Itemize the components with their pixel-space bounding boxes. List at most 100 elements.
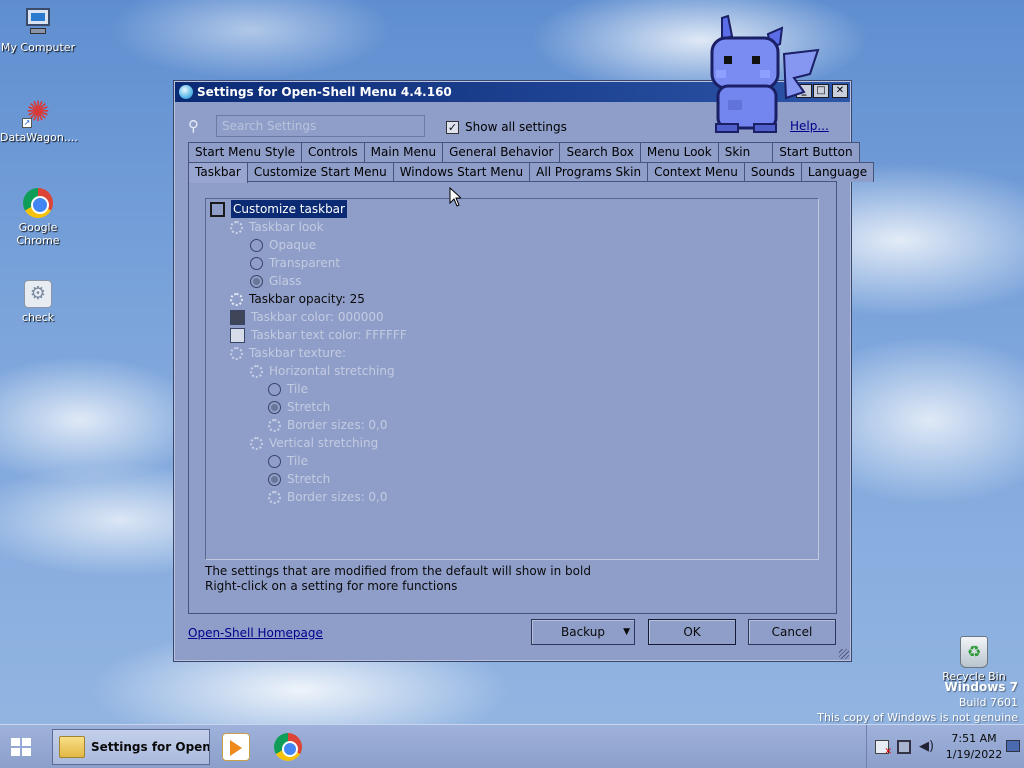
tree-item-opaque[interactable]: Opaque bbox=[250, 236, 316, 254]
desktop-icon-label: DataWagon.... bbox=[0, 131, 78, 144]
tab-start-menu-style[interactable]: Start Menu Style bbox=[188, 142, 303, 162]
desktop-icon-my-computer[interactable]: My Computer bbox=[0, 6, 76, 54]
tree-item-label: Tile bbox=[287, 382, 309, 396]
tree-item-taskbar-texture[interactable]: Taskbar texture: bbox=[230, 344, 346, 362]
pikachu-sprite-icon bbox=[710, 14, 820, 133]
tree-item-label: Taskbar color: 000000 bbox=[251, 310, 384, 324]
v-stretch-radio[interactable] bbox=[268, 472, 281, 486]
setting-gear-icon bbox=[250, 364, 263, 378]
desktop-icon-recycle-bin[interactable]: ♻ Recycle Bin bbox=[936, 636, 1012, 683]
homepage-link[interactable]: Open-Shell Homepage bbox=[188, 626, 323, 640]
tree-item-transparent[interactable]: Transparent bbox=[250, 254, 340, 272]
tree-item-label: Customize taskbar bbox=[231, 200, 347, 218]
watermark-build: Build 7601 bbox=[958, 696, 1018, 709]
clock[interactable]: 7:51 AM 1/19/2022 bbox=[941, 731, 1007, 763]
resize-grip-icon[interactable] bbox=[839, 649, 849, 659]
taskbar-color-swatch[interactable] bbox=[230, 309, 245, 325]
chrome-icon[interactable] bbox=[274, 733, 302, 761]
tree-item-label: Taskbar text color: FFFFFF bbox=[251, 328, 407, 342]
windows-watermark: Windows 7 Build 7601 This copy of Window… bbox=[817, 680, 1018, 725]
tree-item-h-border-sizes[interactable]: Border sizes: 0,0 bbox=[268, 416, 388, 434]
taskbar-item-settings[interactable]: Settings for Open-... bbox=[52, 729, 210, 765]
backup-label: Backup bbox=[561, 625, 605, 639]
setting-gear-icon bbox=[250, 436, 263, 450]
tree-item-label: Taskbar texture: bbox=[249, 346, 347, 360]
h-stretch-radio[interactable] bbox=[268, 400, 281, 414]
desktop-icon-label: check bbox=[21, 311, 55, 324]
tree-item-glass[interactable]: Glass bbox=[250, 272, 302, 290]
desktop-icon-label: Google Chrome bbox=[16, 221, 60, 247]
tree-item-taskbar-color[interactable]: Taskbar color: 000000 bbox=[230, 308, 384, 326]
network-icon[interactable] bbox=[897, 740, 911, 754]
tab-skin[interactable]: Skin bbox=[717, 142, 774, 162]
tree-item-v-stretch[interactable]: Stretch bbox=[268, 470, 330, 488]
show-all-checkbox[interactable]: ✓ bbox=[446, 120, 459, 134]
tab-general-behavior[interactable]: General Behavior bbox=[442, 142, 561, 162]
desktop-icon-check[interactable]: ⚙ check bbox=[0, 280, 76, 324]
tree-item-label: Border sizes: 0,0 bbox=[287, 490, 388, 504]
tab-main-menu[interactable]: Main Menu bbox=[363, 142, 444, 162]
chrome-icon bbox=[23, 188, 53, 218]
tree-item-v-border-sizes[interactable]: Border sizes: 0,0 bbox=[268, 488, 388, 506]
tree-item-label: Opaque bbox=[269, 238, 317, 252]
recycle-bin-icon: ♻ bbox=[960, 636, 988, 668]
tab-row-1: Start Menu Style Controls Main Menu Gene… bbox=[188, 142, 860, 162]
tree-item-label: Taskbar look bbox=[249, 220, 324, 234]
tree-item-horizontal-stretching[interactable]: Horizontal stretching bbox=[250, 362, 395, 380]
tree-item-vertical-stretching[interactable]: Vertical stretching bbox=[250, 434, 378, 452]
tab-windows-start-menu[interactable]: Windows Start Menu bbox=[392, 162, 531, 182]
clock-time: 7:51 AM bbox=[951, 732, 997, 745]
tree-item-label: Vertical stretching bbox=[269, 436, 379, 450]
ok-button[interactable]: OK bbox=[648, 619, 736, 645]
backup-button[interactable]: Backup ▼ bbox=[531, 619, 635, 645]
tab-sounds[interactable]: Sounds bbox=[743, 162, 802, 182]
flower-icon: ✺ ↗ bbox=[22, 95, 50, 128]
tab-search-box[interactable]: Search Box bbox=[559, 142, 641, 162]
desktop-icon-datawagon[interactable]: ✺ ↗ DataWagon.... bbox=[0, 95, 78, 145]
v-tile-radio[interactable] bbox=[268, 454, 281, 468]
taskbar: Settings for Open-... ◀) 7:51 AM 1/19/20… bbox=[0, 724, 1024, 768]
opaque-radio[interactable] bbox=[250, 238, 263, 252]
h-tile-radio[interactable] bbox=[268, 382, 281, 396]
close-button[interactable]: ✕ bbox=[832, 84, 848, 98]
glass-radio[interactable] bbox=[250, 274, 263, 288]
settings-window: Settings for Open-Shell Menu 4.4.160 _ □… bbox=[173, 80, 875, 662]
tab-start-button[interactable]: Start Button bbox=[772, 142, 860, 162]
tab-all-programs-skin[interactable]: All Programs Skin bbox=[529, 162, 649, 182]
setting-gear-icon bbox=[230, 220, 243, 234]
cancel-button[interactable]: Cancel bbox=[748, 619, 836, 645]
clock-date: 1/19/2022 bbox=[945, 748, 1003, 761]
tab-controls[interactable]: Controls bbox=[301, 142, 365, 162]
tree-item-taskbar-look[interactable]: Taskbar look bbox=[230, 218, 324, 236]
tree-item-h-stretch[interactable]: Stretch bbox=[268, 398, 330, 416]
tree-item-v-tile[interactable]: Tile bbox=[268, 452, 308, 470]
search-input[interactable] bbox=[216, 115, 425, 137]
volume-icon[interactable]: ◀) bbox=[919, 740, 934, 754]
show-desktop-icon[interactable] bbox=[1006, 740, 1020, 752]
tree-item-h-tile[interactable]: Tile bbox=[268, 380, 308, 398]
settings-tree[interactable]: Customize taskbar Taskbar look Opaque Tr… bbox=[205, 198, 819, 560]
tab-taskbar[interactable]: Taskbar bbox=[188, 162, 248, 183]
action-center-flag-icon[interactable] bbox=[875, 740, 892, 757]
tree-item-label: Stretch bbox=[287, 400, 331, 414]
desktop-icon-google-chrome[interactable]: Google Chrome bbox=[0, 188, 76, 247]
transparent-radio[interactable] bbox=[250, 256, 263, 270]
taskbar-text-color-swatch[interactable] bbox=[230, 327, 245, 343]
tree-item-taskbar-opacity[interactable]: Taskbar opacity: 25 bbox=[230, 290, 365, 308]
watermark-os: Windows 7 bbox=[944, 680, 1018, 694]
tree-item-taskbar-text-color[interactable]: Taskbar text color: FFFFFF bbox=[230, 326, 407, 344]
setting-gear-icon bbox=[268, 418, 281, 432]
tab-menu-look[interactable]: Menu Look bbox=[639, 142, 719, 162]
tab-language[interactable]: Language bbox=[800, 162, 875, 182]
customize-taskbar-checkbox[interactable] bbox=[210, 201, 225, 217]
tab-context-menu[interactable]: Context Menu bbox=[647, 162, 745, 182]
tree-item-customize-taskbar[interactable]: Customize taskbar bbox=[210, 200, 347, 218]
show-all-settings[interactable]: ✓ Show all settings bbox=[446, 119, 567, 135]
system-tray: ◀) 7:51 AM 1/19/2022 bbox=[866, 725, 1024, 768]
start-button[interactable] bbox=[2, 729, 42, 765]
dropdown-arrow-icon[interactable]: ▼ bbox=[623, 620, 630, 644]
tab-customize-start-menu[interactable]: Customize Start Menu bbox=[246, 162, 394, 182]
media-player-icon[interactable] bbox=[222, 733, 250, 761]
setting-gear-icon bbox=[230, 346, 243, 360]
search-icon: ⚲ bbox=[188, 117, 199, 135]
